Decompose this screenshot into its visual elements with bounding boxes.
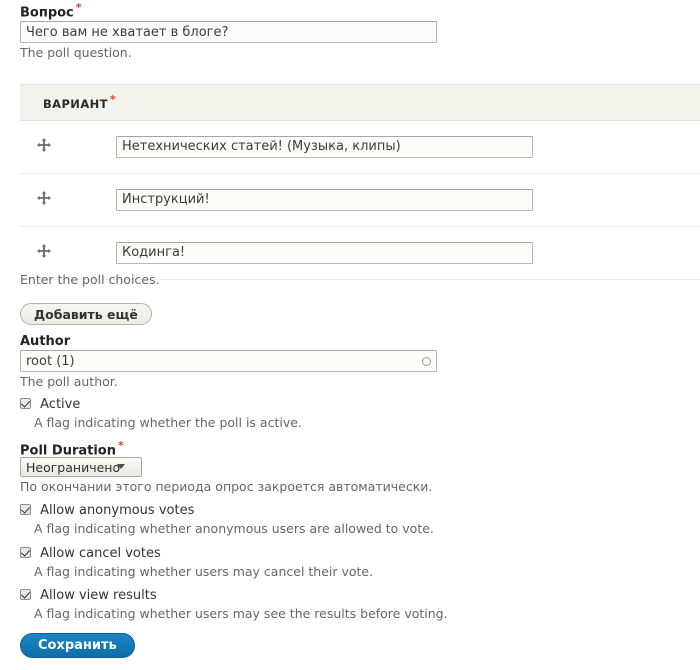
- active-checkbox-label: Active: [40, 397, 81, 412]
- allow-view-results-label: Allow view results: [40, 588, 157, 603]
- duration-description: По окончании этого периода опрос закроет…: [20, 479, 433, 494]
- poll-edit-form: Вопрос* The poll question. ВАРИАНТ*: [0, 0, 700, 670]
- allow-anonymous-votes-checkbox[interactable]: [20, 504, 31, 515]
- choice-input-cell-3: [68, 226, 700, 279]
- save-button[interactable]: Сохранить: [20, 633, 135, 658]
- allow-cancel-votes-row[interactable]: Allow cancel votes: [20, 546, 161, 561]
- table-row: [20, 120, 700, 174]
- choice-input-cell-1: [68, 120, 700, 173]
- allow-cancel-votes-label: Allow cancel votes: [40, 546, 161, 561]
- add-more-button[interactable]: Добавить ещё: [20, 303, 152, 325]
- allow-anonymous-votes-description: A flag indicating whether anonymous user…: [34, 521, 434, 536]
- author-label: Author: [20, 334, 71, 349]
- allow-view-results-row[interactable]: Allow view results: [20, 588, 157, 603]
- allow-cancel-votes-description: A flag indicating whether users may canc…: [34, 564, 374, 579]
- move-arrows-icon[interactable]: [37, 190, 51, 205]
- choices-header-text: ВАРИАНТ: [43, 96, 108, 111]
- choices-table: ВАРИАНТ *: [20, 84, 700, 280]
- choice-handle-cell-1: [20, 120, 68, 173]
- duration-select[interactable]: Неограничено: [20, 457, 142, 477]
- choices-description: Enter the poll choices.: [20, 272, 160, 287]
- author-description: The poll author.: [20, 374, 118, 389]
- duration-required-marker: *: [117, 439, 124, 452]
- question-label-text: Вопрос: [20, 5, 74, 21]
- choice-input-3[interactable]: [116, 241, 533, 264]
- allow-view-results-description: A flag indicating whether users may see …: [34, 606, 448, 621]
- active-description: A flag indicating whether the poll is ac…: [34, 415, 302, 430]
- allow-anonymous-votes-row[interactable]: Allow anonymous votes: [20, 503, 194, 518]
- choice-input-cell-2: [68, 173, 700, 226]
- choices-table-body: [20, 120, 700, 280]
- active-checkbox-row[interactable]: Active: [20, 397, 80, 412]
- choice-input-1[interactable]: [116, 135, 533, 158]
- allow-cancel-votes-checkbox[interactable]: [20, 547, 31, 558]
- choice-handle-cell-2: [20, 173, 68, 226]
- autocomplete-throbber-icon: [422, 357, 431, 366]
- active-checkbox[interactable]: [20, 398, 31, 409]
- move-arrows-icon[interactable]: [37, 137, 51, 152]
- question-required-marker: *: [75, 1, 82, 14]
- table-row: [20, 173, 700, 227]
- author-field-wrapper: [20, 350, 437, 372]
- question-label: Вопрос *: [20, 2, 82, 21]
- allow-view-results-checkbox[interactable]: [20, 589, 31, 600]
- move-arrows-icon[interactable]: [37, 243, 51, 258]
- question-input[interactable]: [20, 21, 437, 43]
- author-input[interactable]: [20, 350, 437, 372]
- choices-table-head: ВАРИАНТ *: [20, 84, 700, 121]
- question-description: The poll question.: [20, 45, 132, 60]
- choices-header-cell: ВАРИАНТ *: [20, 84, 700, 121]
- choices-required-marker: *: [109, 93, 117, 106]
- choice-input-2[interactable]: [116, 188, 533, 211]
- allow-anonymous-votes-label: Allow anonymous votes: [40, 503, 195, 518]
- choices-header-row: ВАРИАНТ *: [20, 84, 700, 121]
